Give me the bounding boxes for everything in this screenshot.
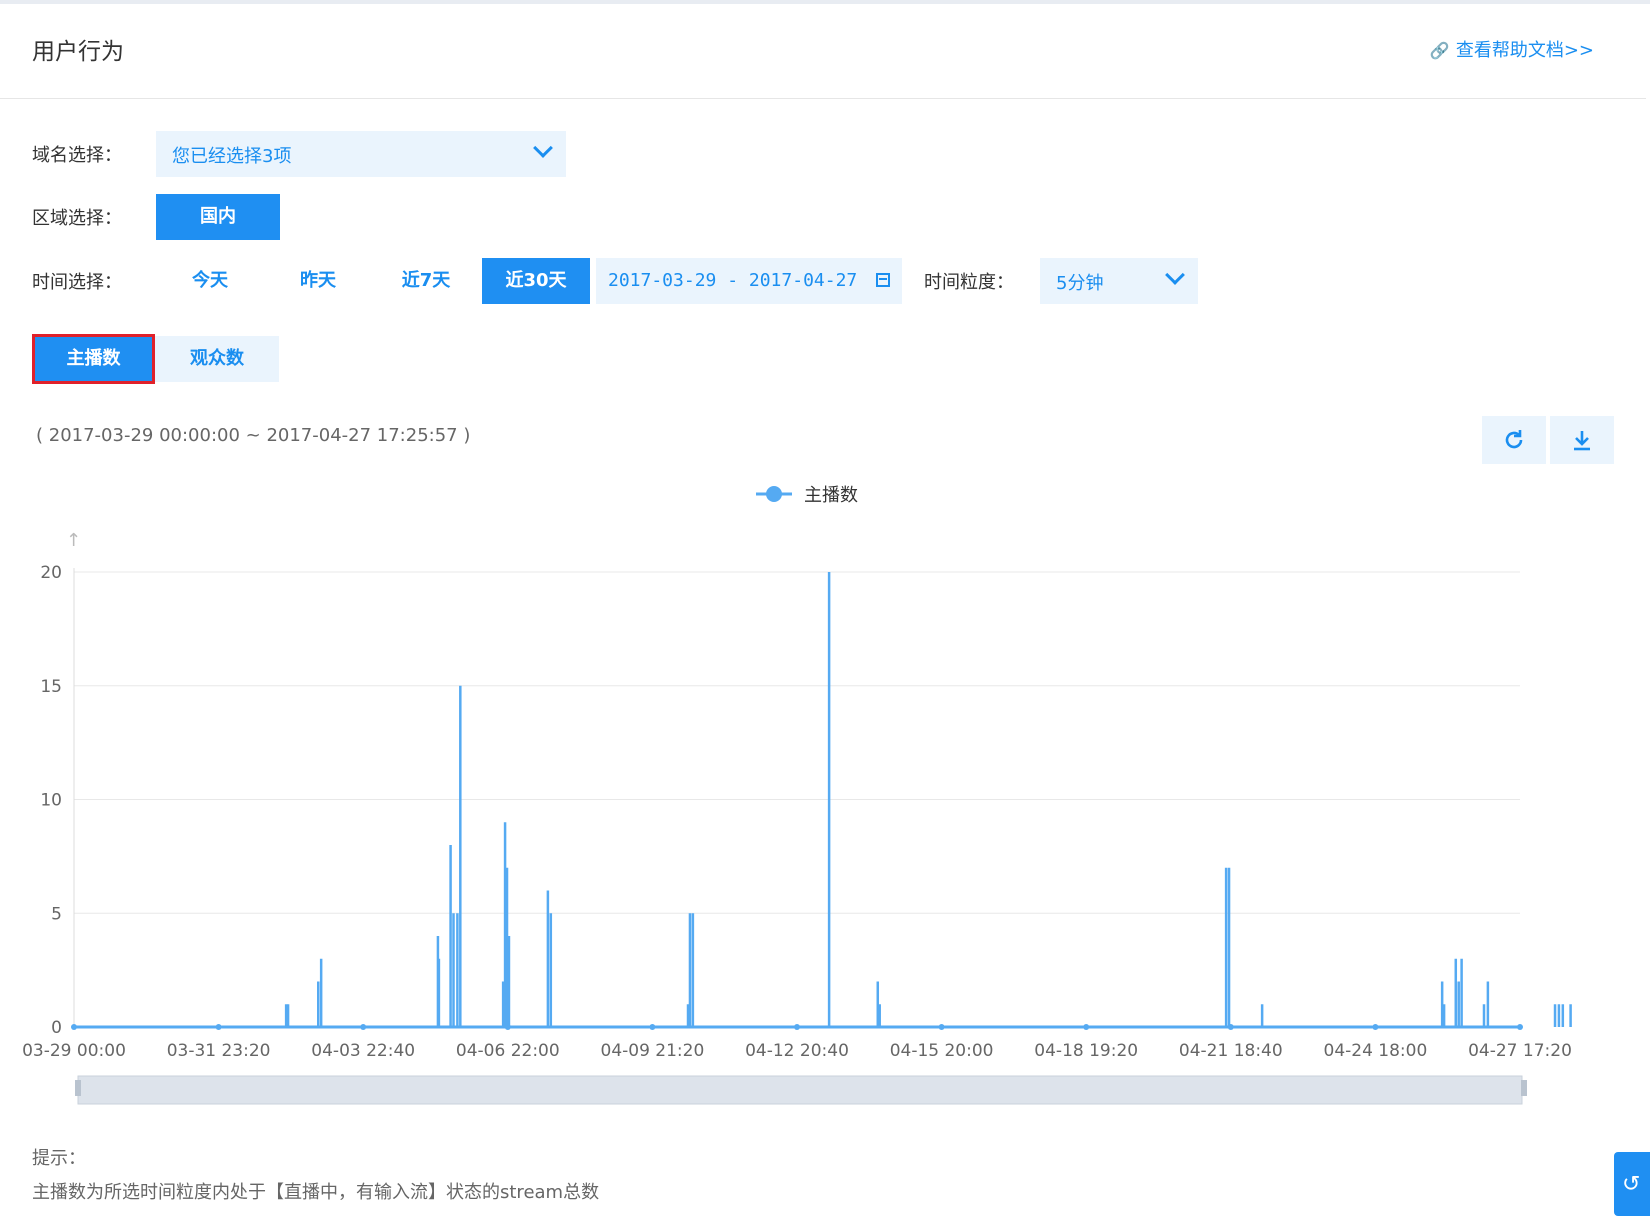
time-option-30days[interactable]: 近30天: [482, 258, 590, 304]
x-tick-label: 04-24 18:00: [1324, 1041, 1428, 1061]
y-tick-label: 15: [40, 677, 62, 697]
top-border: [0, 0, 1650, 4]
x-tick-label: 04-18 19:20: [1034, 1041, 1138, 1061]
help-doc-link[interactable]: 🔗 查看帮助文档>>: [1430, 36, 1594, 62]
date-range-value: 2017-03-29 - 2017-04-27: [608, 270, 858, 291]
zoom-handle-right: [1521, 1080, 1527, 1096]
region-button-domestic[interactable]: 国内: [156, 194, 280, 240]
link-icon: 🔗: [1429, 41, 1450, 60]
x-tick-label: 03-31 23:20: [167, 1041, 271, 1061]
x-tick-label: 04-09 21:20: [601, 1041, 705, 1061]
tab-broadcasters[interactable]: 主播数: [32, 334, 155, 384]
download-icon: [1574, 431, 1590, 451]
granularity-select[interactable]: 5分钟: [1040, 258, 1198, 304]
domain-select[interactable]: 您已经选择3项: [156, 131, 566, 177]
domain-select-label: 域名选择：: [32, 145, 122, 166]
time-option-yesterday[interactable]: 昨天: [264, 258, 372, 304]
y-tick-label: 5: [51, 904, 62, 924]
help-doc-link-label: 查看帮助文档>>: [1455, 40, 1594, 61]
zoom-slider-track: [77, 1075, 1523, 1105]
x-tick-label: 04-12 20:40: [745, 1041, 849, 1061]
chevron-down-icon: [1165, 265, 1185, 285]
legend-marker: [766, 486, 782, 502]
y-tick-label: 0: [51, 1018, 62, 1038]
region-select-label: 区域选择：: [32, 208, 122, 229]
zoom-handle-left: [75, 1080, 81, 1096]
hint-text: 主播数为所选时间粒度内处于【直播中，有输入流】状态的stream总数: [32, 1182, 600, 1203]
feedback-icon: ↺: [1622, 1172, 1641, 1197]
time-option-7days[interactable]: 近7天: [372, 258, 480, 304]
time-option-today[interactable]: 今天: [156, 258, 264, 304]
x-tick-label: 04-06 22:00: [456, 1041, 560, 1061]
side-float-button[interactable]: ↺: [1614, 1152, 1650, 1216]
hint-label: 提示：: [32, 1148, 86, 1169]
x-tick-label: 04-15 20:00: [890, 1041, 994, 1061]
refresh-button[interactable]: [1482, 416, 1546, 464]
granularity-value: 5分钟: [1056, 273, 1104, 294]
y-tick-label: 10: [40, 791, 62, 811]
legend-label: 主播数: [804, 485, 858, 506]
tab-viewers[interactable]: 观众数: [155, 336, 279, 382]
y-axis-arrow: ↑: [66, 530, 81, 551]
granularity-label: 时间粒度：: [924, 272, 1014, 293]
calendar-icon: [876, 273, 890, 287]
y-tick-label: 20: [40, 563, 62, 583]
x-tick-label: 03-29 00:00: [22, 1041, 126, 1061]
chevron-down-icon: [533, 138, 553, 158]
page-title: 用户行为: [32, 39, 124, 65]
date-range-picker[interactable]: 2017-03-29 - 2017-04-27: [596, 258, 902, 304]
broadcaster-chart: 主播数 ↑ 0 5 10 15 20 03-29 00:00 03-31 23:20 04-03 …: [22, 485, 1572, 1105]
download-button[interactable]: [1550, 416, 1614, 464]
x-tick-label: 04-27 17:20: [1468, 1041, 1572, 1061]
refresh-icon: [1505, 430, 1523, 449]
time-select-label: 时间选择：: [32, 272, 122, 293]
time-range-text: ( 2017-03-29 00:00:00 ~ 2017-04-27 17:25…: [36, 425, 471, 446]
domain-select-value: 您已经选择3项: [172, 146, 292, 167]
x-tick-label: 04-03 22:40: [311, 1041, 415, 1061]
x-tick-label: 04-21 18:40: [1179, 1041, 1283, 1061]
header-divider: [0, 98, 1646, 99]
